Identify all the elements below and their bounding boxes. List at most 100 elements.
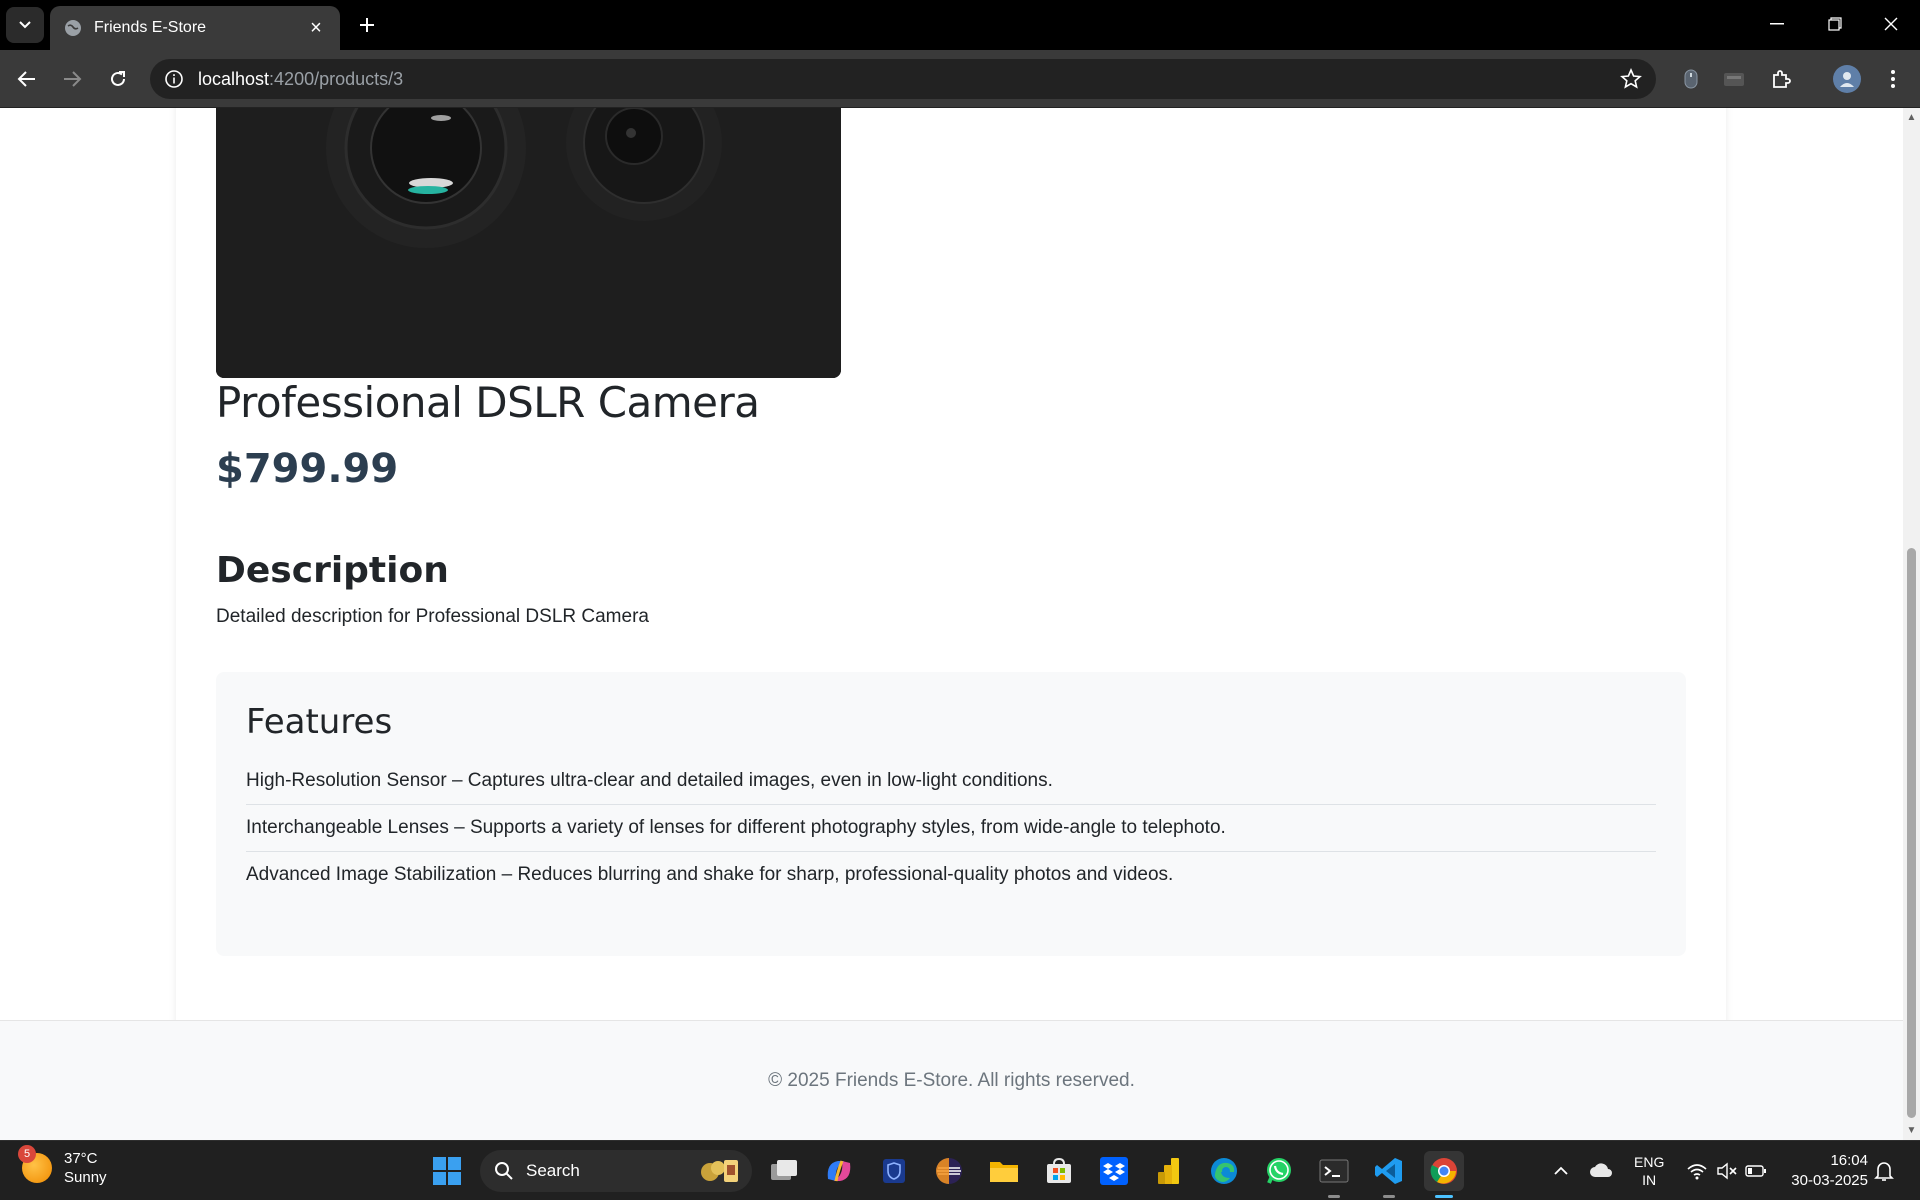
copilot-app[interactable] (819, 1151, 859, 1191)
show-hidden-icons[interactable] (1553, 1141, 1569, 1200)
system-clock[interactable]: 16:04 30-03-2025 (1791, 1151, 1868, 1191)
volume-muted-icon (1717, 1162, 1737, 1180)
product-image (216, 108, 841, 378)
store-app[interactable] (1039, 1151, 1079, 1191)
copyright-text: © 2025 Friends E-Store. All rights reser… (768, 1069, 1135, 1091)
browser-tab[interactable]: Friends E-Store × (50, 6, 340, 50)
notifications-tray[interactable] (1874, 1141, 1894, 1200)
start-button[interactable] (427, 1151, 467, 1191)
scroll-down-icon[interactable]: ▼ (1906, 1125, 1917, 1136)
search-label: Search (526, 1161, 580, 1180)
arrow-left-icon (17, 71, 35, 87)
more-vertical-icon (1891, 70, 1895, 88)
wifi-icon (1687, 1164, 1707, 1180)
copilot-icon (827, 1160, 851, 1182)
bookmark-star-icon[interactable] (1620, 68, 1642, 90)
windows-taskbar: 5 37°C Sunny Search ENG IN 16:04 30-03-2… (0, 1140, 1920, 1200)
scroll-up-icon[interactable]: ▲ (1906, 112, 1917, 123)
whatsapp-app[interactable] (1259, 1151, 1299, 1191)
task-view-icon (771, 1160, 797, 1180)
product-detail-card: Professional DSLR Camera $799.99 Descrip… (176, 108, 1726, 1124)
page-scrollbar[interactable]: ▲ ▼ (1903, 108, 1920, 1140)
plus-icon (360, 18, 374, 32)
store-icon (1047, 1157, 1071, 1183)
page-footer: © 2025 Friends E-Store. All rights reser… (0, 1020, 1903, 1140)
url-host: localhost (198, 68, 270, 89)
profile-avatar[interactable] (1833, 65, 1861, 93)
whatsapp-icon (1267, 1158, 1291, 1184)
extension-mouse-icon[interactable] (1678, 66, 1704, 92)
user-icon (1840, 72, 1854, 87)
clock-time: 16:04 (1830, 1152, 1868, 1169)
vscode-app[interactable] (1369, 1151, 1409, 1198)
extensions-puzzle-icon[interactable] (1768, 66, 1794, 92)
minimize-button[interactable] (1748, 0, 1806, 48)
windows-logo-icon (433, 1157, 461, 1185)
volume-tray[interactable] (1716, 1141, 1738, 1200)
feature-item: High-Resolution Sensor – Captures ultra-… (246, 758, 1656, 805)
description-heading: Description (216, 550, 449, 591)
chevron-down-icon (19, 21, 31, 29)
weather-widget[interactable]: 5 37°C Sunny (18, 1145, 107, 1187)
onedrive-tray[interactable] (1589, 1141, 1613, 1200)
extension-card-icon[interactable] (1721, 66, 1747, 92)
reload-button[interactable] (102, 63, 134, 95)
chrome-icon (1430, 1158, 1457, 1184)
tab-search-button[interactable] (6, 7, 44, 43)
battery-icon (1745, 1165, 1766, 1177)
wifi-tray[interactable] (1686, 1141, 1708, 1200)
sun-icon: 5 (18, 1145, 52, 1183)
page-viewport: Professional DSLR Camera $799.99 Descrip… (0, 108, 1903, 1140)
product-price: $799.99 (216, 446, 399, 492)
terminal-icon (1319, 1159, 1349, 1183)
battery-tray[interactable] (1745, 1141, 1767, 1200)
forward-button[interactable] (56, 63, 88, 95)
language-indicator[interactable]: ENG IN (1634, 1141, 1664, 1200)
edge-app[interactable] (1204, 1151, 1244, 1191)
power-bi-app[interactable] (1149, 1151, 1189, 1191)
browser-toolbar: localhost:4200/products/3 (0, 50, 1920, 108)
active-indicator (1435, 1195, 1453, 1198)
cloud-icon (1590, 1163, 1612, 1177)
menu-button[interactable] (1880, 66, 1906, 92)
minimize-icon (1770, 23, 1784, 25)
restore-button[interactable] (1806, 0, 1864, 48)
eclipse-icon (936, 1158, 962, 1184)
dropbox-app[interactable] (1094, 1151, 1134, 1191)
lang-secondary: IN (1642, 1172, 1657, 1188)
product-title: Professional DSLR Camera (216, 378, 760, 427)
feature-item: Interchangeable Lenses – Supports a vari… (246, 805, 1656, 852)
task-view-button[interactable] (764, 1151, 804, 1191)
chevron-up-icon (1554, 1166, 1568, 1175)
chrome-app[interactable] (1424, 1151, 1464, 1198)
feature-item: Advanced Image Stabilization – Reduces b… (246, 864, 1174, 885)
dropbox-icon (1100, 1157, 1128, 1185)
eclipse-app[interactable] (929, 1151, 969, 1191)
tab-title: Friends E-Store (94, 19, 207, 36)
search-highlight-icon (701, 1160, 738, 1182)
file-explorer-app[interactable] (984, 1151, 1024, 1191)
running-indicator (1383, 1195, 1395, 1198)
info-icon[interactable] (164, 69, 184, 89)
power-bi-icon (1158, 1158, 1179, 1184)
url-text: localhost:4200/products/3 (198, 69, 403, 90)
address-bar[interactable]: localhost:4200/products/3 (150, 59, 1656, 99)
scrollbar-thumb[interactable] (1907, 548, 1916, 1118)
new-tab-button[interactable] (352, 10, 382, 40)
terminal-app[interactable] (1314, 1151, 1354, 1198)
description-text: Detailed description for Professional DS… (216, 606, 649, 627)
arrow-right-icon (64, 71, 82, 87)
back-button[interactable] (11, 63, 43, 95)
search-icon (495, 1162, 513, 1180)
edge-icon (1211, 1158, 1237, 1184)
browser-titlebar: Friends E-Store × (0, 0, 1920, 50)
window-close-button[interactable] (1862, 0, 1920, 48)
restore-icon (1828, 17, 1842, 31)
running-indicator (1328, 1195, 1340, 1198)
defender-app[interactable] (874, 1151, 914, 1191)
taskbar-search[interactable]: Search (480, 1150, 752, 1192)
close-icon[interactable]: × (306, 17, 326, 40)
lang-primary: ENG (1634, 1154, 1665, 1170)
bell-icon (1874, 1162, 1894, 1181)
notification-badge: 5 (18, 1145, 36, 1163)
